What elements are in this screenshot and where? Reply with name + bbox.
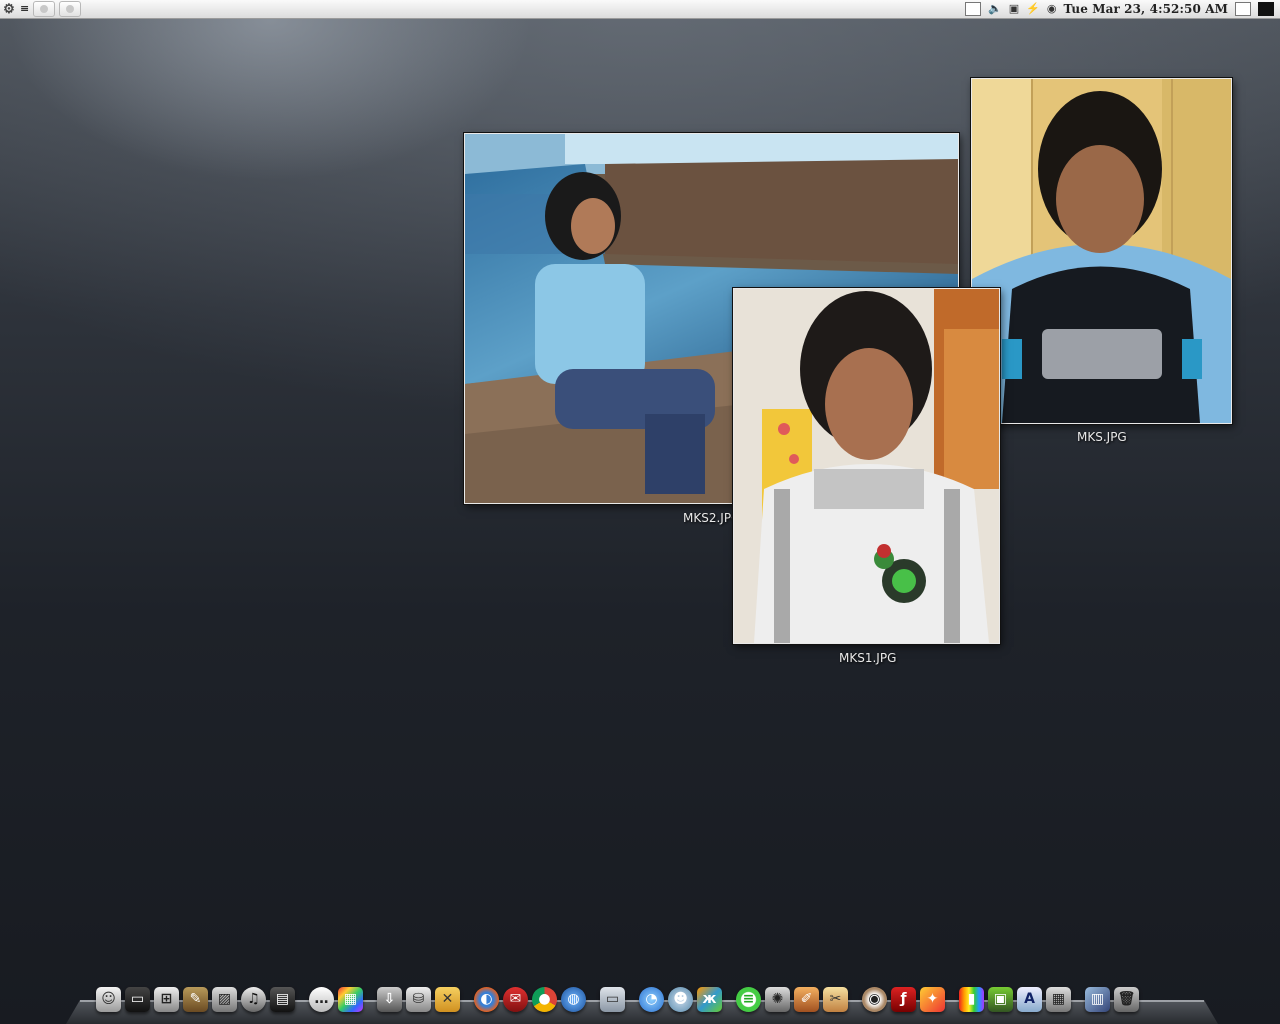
- firefox-icon[interactable]: ◐: [474, 986, 499, 1012]
- panel-right: 🔈 ▣ ⚡ ◉ Tue Mar 23, 4:52:50 AM: [965, 2, 1280, 16]
- color-picker-icon[interactable]: ▦: [338, 986, 363, 1012]
- photo-mks1[interactable]: [733, 288, 1000, 644]
- color-bars-icon[interactable]: ▮: [959, 986, 984, 1012]
- music-icon[interactable]: ♫: [241, 986, 266, 1012]
- photo-label-mks1[interactable]: MKS1.JPG: [839, 651, 896, 665]
- map-icon[interactable]: ✕: [435, 986, 460, 1012]
- pictures-icon[interactable]: ▨: [212, 986, 237, 1012]
- menu-icon[interactable]: ≡: [20, 2, 29, 16]
- calculator-icon[interactable]: ▦: [1046, 986, 1071, 1012]
- photo-label-mks2[interactable]: MKS2.JPG: [683, 511, 740, 525]
- panel-left: ⚙ ≡: [0, 1, 82, 17]
- desktop-icon[interactable]: ▥: [1085, 986, 1110, 1012]
- chrome-icon[interactable]: ●: [532, 986, 557, 1012]
- photo-thumbnail-icon: [734, 289, 999, 643]
- photo-thumbnail-icon: [972, 79, 1231, 423]
- power-icon[interactable]: ◉: [1047, 2, 1057, 16]
- network-places-icon[interactable]: ⊞: [154, 986, 179, 1012]
- im-icon[interactable]: ◔: [639, 986, 664, 1012]
- launcher-button-2[interactable]: [59, 1, 82, 17]
- movies-icon[interactable]: ▤: [270, 986, 295, 1012]
- photo-editor-icon[interactable]: ✦: [920, 986, 945, 1012]
- film-reel-icon[interactable]: ✺: [765, 986, 790, 1012]
- trash-icon[interactable]: 🗑: [1114, 986, 1139, 1012]
- paint-icon[interactable]: ✐: [794, 986, 819, 1012]
- volume-icon[interactable]: 🔈: [988, 2, 1002, 16]
- photo-label-mks[interactable]: MKS.JPG: [1077, 430, 1127, 444]
- launcher-button-1[interactable]: [33, 1, 56, 17]
- display-icon[interactable]: ▣: [1009, 2, 1019, 16]
- top-panel: ⚙ ≡ 🔈 ▣ ⚡ ◉ Tue Mar 23, 4:52:50 AM: [0, 0, 1280, 19]
- system-menu-icon[interactable]: ⚙: [2, 2, 16, 17]
- mail-icon[interactable]: ✉: [503, 986, 528, 1012]
- globe-icon[interactable]: ◍: [561, 986, 586, 1012]
- workspace-switcher-icon[interactable]: [1258, 2, 1274, 16]
- photo-mks[interactable]: [971, 78, 1232, 424]
- eye-icon[interactable]: ◉: [862, 986, 887, 1012]
- launcher-icon: [66, 5, 75, 13]
- database-icon[interactable]: ⛁: [406, 986, 431, 1012]
- evernote-icon[interactable]: ≡: [736, 986, 761, 1012]
- panel-box-icon[interactable]: [965, 2, 982, 16]
- butterfly-icon[interactable]: ж: [697, 986, 722, 1012]
- show-desktop-icon[interactable]: [1235, 2, 1251, 16]
- pidgin-icon[interactable]: ☻: [668, 986, 693, 1012]
- chat-bubble-icon[interactable]: …: [309, 986, 334, 1012]
- folder-icon[interactable]: ▭: [600, 986, 625, 1012]
- clock[interactable]: Tue Mar 23, 4:52:50 AM: [1063, 2, 1228, 16]
- downloads-icon[interactable]: ⇩: [377, 986, 402, 1012]
- launcher-icon: [40, 5, 49, 13]
- dock: ☺ ▭ ⊞ ✎ ▨ ♫ ▤ … ▦ ⇩ ⛁ ✕ ◐ ✉ ● ◍ ▭ ◔ ☻ ж …: [96, 982, 1196, 1016]
- text-editor-icon[interactable]: A: [1017, 986, 1042, 1012]
- finder-icon[interactable]: ☺: [96, 986, 121, 1012]
- notes-icon[interactable]: ✎: [183, 986, 208, 1012]
- inkscape-icon[interactable]: ✂: [823, 986, 848, 1012]
- monitor-icon[interactable]: ▭: [125, 986, 150, 1012]
- network-icon[interactable]: ⚡: [1026, 2, 1040, 16]
- flash-icon[interactable]: ƒ: [891, 986, 916, 1012]
- terminal-icon[interactable]: ▣: [988, 986, 1013, 1012]
